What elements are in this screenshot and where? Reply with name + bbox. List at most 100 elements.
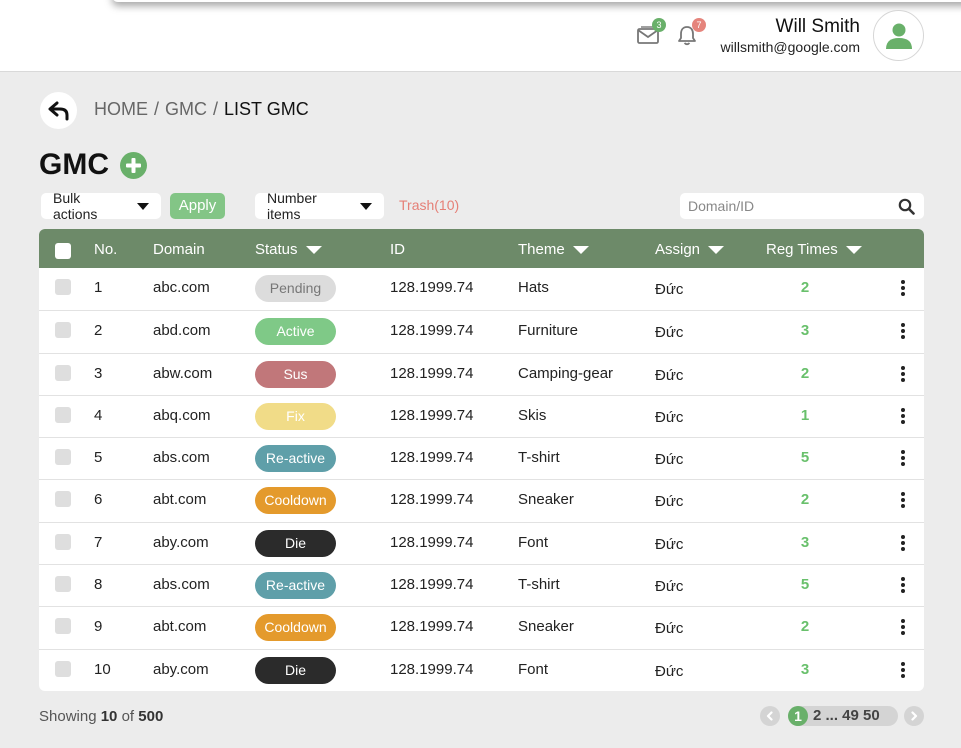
row-assign: Đức <box>655 493 684 511</box>
status-badge: Re-active <box>255 572 336 600</box>
bulk-actions-label: Bulk actions <box>53 190 98 222</box>
row-theme: Hats <box>518 279 549 296</box>
table-row[interactable]: 6 abt.com Cooldown 128.1999.74 Sneaker Đức 2 <box>39 479 924 521</box>
column-no-label: No. <box>94 241 118 258</box>
row-theme: Camping-gear <box>518 364 614 382</box>
search-icon[interactable] <box>898 198 915 215</box>
showing-of: of <box>121 708 135 725</box>
column-status-label: Status <box>255 241 298 258</box>
table-row[interactable]: 4 abq.com Fix 128.1999.74 Skis Đức 1 <box>39 394 924 437</box>
user-name: Will Smith <box>775 16 860 37</box>
column-assign[interactable]: Assign <box>655 241 725 258</box>
caret-down-icon <box>137 202 149 210</box>
kebab-menu-icon[interactable] <box>901 280 905 296</box>
table-row[interactable]: 1 abc.com Pending 128.1999.74 Hats Đức 2 <box>39 268 924 310</box>
table-row[interactable]: 10 aby.com Die 128.1999.74 Font Đức 3 <box>39 648 924 691</box>
kebab-menu-icon[interactable] <box>901 661 905 678</box>
row-checkbox[interactable] <box>55 406 71 423</box>
row-domain: aby.com <box>153 533 209 551</box>
row-theme: Font <box>518 660 549 678</box>
kebab-menu-icon[interactable] <box>901 450 905 467</box>
row-checkbox[interactable] <box>55 449 71 466</box>
row-id: 128.1999.74 <box>390 364 474 382</box>
column-no: No. <box>94 241 117 258</box>
column-domain: Domain <box>153 241 205 258</box>
add-gmc-button[interactable] <box>120 152 147 179</box>
row-id: 128.1999.74 <box>390 533 474 551</box>
row-reg-times: 1 <box>800 406 810 424</box>
kebab-menu-icon[interactable] <box>901 492 905 509</box>
search-input[interactable] <box>680 193 890 219</box>
row-theme: T-shirt <box>518 449 560 467</box>
table-row[interactable]: 5 abs.com Re-active 128.1999.74 T-shirt Đức 5 <box>39 437 924 479</box>
row-checkbox[interactable] <box>55 364 71 381</box>
number-items-select[interactable]: Number items <box>255 190 384 222</box>
mail-button[interactable]: 3 <box>636 18 666 46</box>
row-id: 128.1999.74 <box>390 279 474 296</box>
row-theme: Sneaker <box>518 618 574 636</box>
back-button[interactable] <box>40 92 77 129</box>
row-checkbox[interactable] <box>55 576 71 593</box>
row-checkbox[interactable] <box>55 279 71 295</box>
kebab-menu-icon[interactable] <box>901 407 905 424</box>
row-domain: abq.com <box>153 406 211 424</box>
breadcrumb-separator: / <box>213 99 219 119</box>
column-assign-label: Assign <box>655 241 701 258</box>
row-theme: Skis <box>518 406 547 424</box>
row-no: 9 <box>94 618 103 636</box>
table-row[interactable]: 7 aby.com Die 128.1999.74 Font Đức 3 <box>39 521 924 564</box>
row-assign: Đức <box>655 366 684 384</box>
row-assign: Đức <box>655 451 684 469</box>
trash-link[interactable]: Trash(10) <box>399 197 459 213</box>
bulk-actions-select[interactable]: Bulk actions <box>41 190 161 222</box>
row-theme: Sneaker <box>518 491 574 509</box>
kebab-menu-icon[interactable] <box>901 365 905 382</box>
row-checkbox[interactable] <box>55 618 71 635</box>
status-badge: Cooldown <box>255 614 336 642</box>
select-all-checkbox[interactable] <box>55 243 71 259</box>
breadcrumb-home[interactable]: HOME <box>94 99 148 119</box>
column-reg-times[interactable]: Reg Times <box>766 241 862 258</box>
table-row[interactable]: 9 abt.com Cooldown 128.1999.74 Sneaker Đức 2 <box>39 606 924 648</box>
column-theme-label: Theme <box>518 241 565 258</box>
row-checkbox[interactable] <box>55 533 71 550</box>
row-id: 128.1999.74 <box>390 618 474 636</box>
column-status[interactable]: Status <box>255 241 322 258</box>
row-reg-times: 3 <box>800 533 810 551</box>
table-row[interactable]: 2 abd.com Active 128.1999.74 Furniture Đức 3 <box>39 310 924 352</box>
avatar[interactable] <box>873 10 924 61</box>
notification-button[interactable]: 7 <box>676 18 706 46</box>
row-reg-times: 2 <box>800 491 810 509</box>
row-checkbox[interactable] <box>55 491 71 508</box>
next-page-button[interactable] <box>904 706 924 726</box>
row-domain: aby.com <box>153 660 209 678</box>
table-row[interactable]: 8 abs.com Re-active 128.1999.74 T-shirt Đức 5 <box>39 564 924 606</box>
row-no: 4 <box>94 406 103 424</box>
row-assign: Đức <box>655 662 684 680</box>
row-no: 6 <box>94 491 103 509</box>
status-badge: Die <box>255 529 336 557</box>
column-id: ID <box>390 241 405 258</box>
breadcrumb-gmc[interactable]: GMC <box>165 99 207 119</box>
prev-page-button[interactable] <box>760 706 780 726</box>
row-checkbox[interactable] <box>55 660 71 677</box>
page-current[interactable]: 1 <box>788 706 808 726</box>
row-no: 10 <box>94 660 111 678</box>
table-row[interactable]: 3 abw.com Sus 128.1999.74 Camping-gear Đức 2 <box>39 352 924 395</box>
row-checkbox[interactable] <box>55 322 71 339</box>
kebab-menu-icon[interactable] <box>901 534 905 551</box>
row-domain: abd.com <box>153 322 211 340</box>
column-reg-times-label: Reg Times <box>766 241 838 258</box>
apply-button[interactable]: Apply <box>170 193 225 219</box>
table-header: No. Domain Status ID Theme Assign Reg Ti… <box>39 229 924 268</box>
page-numbers[interactable]: 2 ... 49 50 <box>813 707 880 724</box>
kebab-menu-icon[interactable] <box>901 619 905 636</box>
row-reg-times: 3 <box>800 322 810 340</box>
pagination: 1 2 ... 49 50 <box>760 706 924 728</box>
showing-label: Showing <box>39 708 97 725</box>
row-assign: Đức <box>655 620 684 638</box>
column-theme[interactable]: Theme <box>518 241 589 258</box>
kebab-menu-icon[interactable] <box>901 323 905 340</box>
caret-down-icon <box>845 245 862 254</box>
kebab-menu-icon[interactable] <box>901 577 905 594</box>
